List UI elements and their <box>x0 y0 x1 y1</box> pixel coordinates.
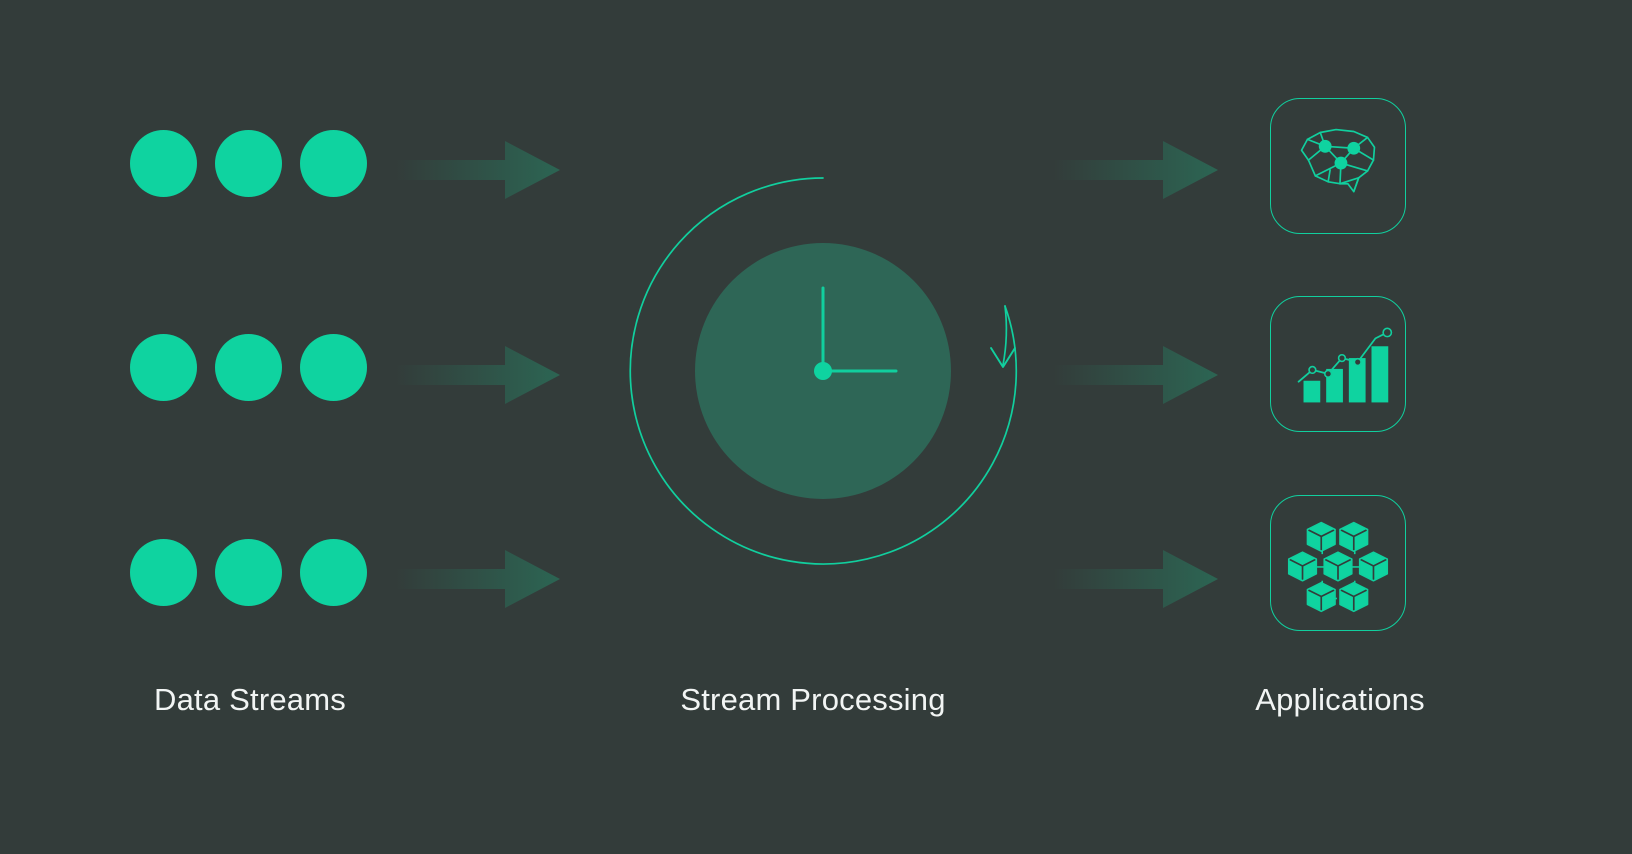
bar-chart-trend-icon <box>1297 327 1393 403</box>
flow-arrow-icon <box>395 139 560 201</box>
applications-group <box>1270 98 1410 633</box>
trend-marker <box>1337 353 1347 363</box>
label-stream-processing: Stream Processing <box>680 682 946 717</box>
chart-bar <box>1371 346 1389 403</box>
cube <box>1306 581 1336 613</box>
stream-dot <box>130 539 197 606</box>
app-tile-ai[interactable] <box>1270 98 1406 234</box>
stream-row <box>130 539 367 606</box>
cube <box>1358 551 1389 582</box>
flow-arrow-icon <box>395 548 560 610</box>
orbit-arc-tail <box>1002 305 1008 366</box>
app-tile-distributed[interactable] <box>1270 495 1406 631</box>
flow-arrow-icon <box>1053 139 1218 201</box>
trend-marker <box>1308 365 1317 375</box>
flow-arrow-icon <box>395 344 560 406</box>
label-applications: Applications <box>1255 682 1425 717</box>
stream-row <box>130 130 367 197</box>
brain-node <box>1318 139 1332 153</box>
app-tile-analytics[interactable] <box>1270 296 1406 432</box>
cube <box>1287 551 1318 582</box>
stream-dot <box>300 539 367 606</box>
stream-dot <box>130 334 197 401</box>
flow-arrow-icon <box>1053 548 1218 610</box>
stream-dot <box>215 130 282 197</box>
label-data-streams: Data Streams <box>154 682 346 717</box>
cube-cluster-icon <box>1287 521 1389 613</box>
flow-arrow-icon <box>1053 344 1218 406</box>
stream-dot <box>300 334 367 401</box>
cube <box>1339 581 1369 613</box>
cube <box>1339 521 1369 552</box>
chart-bar <box>1303 380 1321 403</box>
stream-dot <box>300 130 367 197</box>
brain-node <box>1347 141 1361 155</box>
brain-node <box>1334 156 1348 170</box>
trend-marker <box>1324 369 1333 378</box>
clock-center-pin <box>814 362 832 380</box>
stream-dot <box>215 334 282 401</box>
stream-dot <box>130 130 197 197</box>
stream-row <box>130 334 367 401</box>
cube <box>1323 551 1353 582</box>
diagram-canvas: Data Streams Stream Processing Applicati… <box>0 0 1632 854</box>
stream-dot <box>215 539 282 606</box>
cube <box>1306 521 1336 552</box>
data-streams-group <box>130 130 390 606</box>
trend-marker <box>1382 327 1393 338</box>
trend-marker <box>1353 357 1362 367</box>
brain-network-icon <box>1300 128 1376 193</box>
stream-processing-clock <box>628 176 1018 566</box>
